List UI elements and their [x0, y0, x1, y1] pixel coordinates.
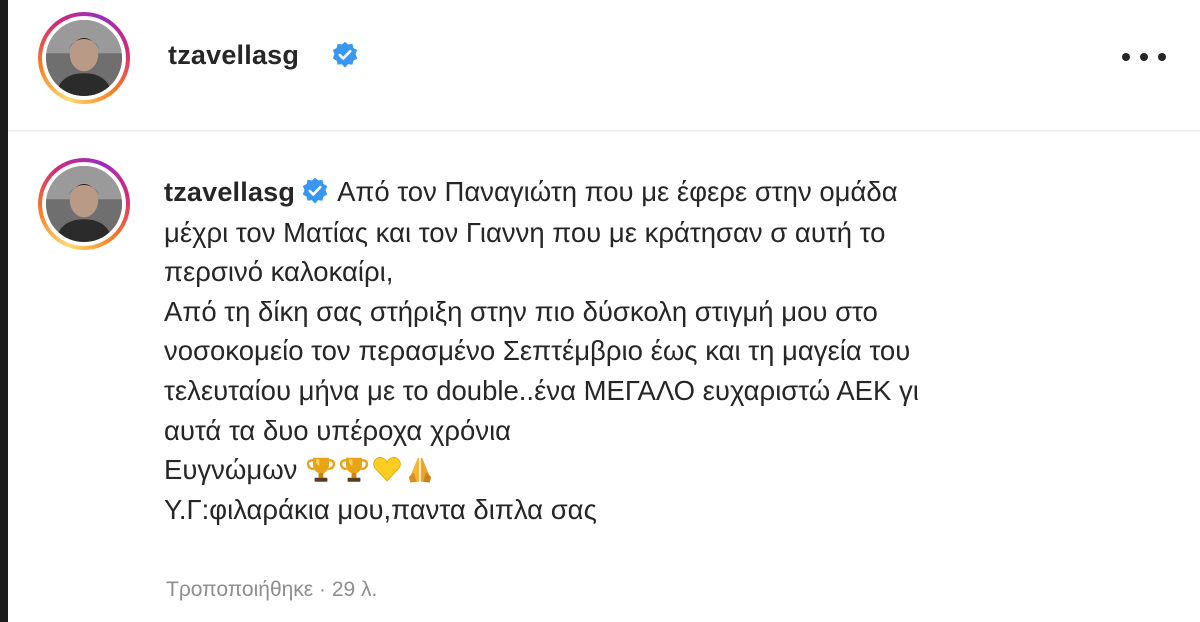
verified-badge-icon	[302, 177, 328, 204]
caption-username[interactable]: tzavellasg	[164, 177, 295, 207]
caption-text: tzavellasg Από τον Παναγιώτη που με έφερε…	[164, 172, 1174, 529]
caption-line: μέχρι τον Ματίας και τον Γιαννη που με κ…	[164, 216, 886, 248]
caption-line: νοσοκομείο τον περασμένο Σεπτέμβριο έως …	[164, 335, 911, 367]
header-avatar[interactable]	[38, 12, 130, 104]
profile-photo-image	[46, 20, 122, 96]
window-edge	[0, 0, 8, 622]
caption-line: Από τη δίκη σας στήριξη στην πιο δύσκολη…	[164, 295, 878, 327]
caption-line: τελευταίου μήνα με το double..ένα ΜΕΓΑΛΟ…	[164, 374, 919, 406]
more-options-icon[interactable]	[1122, 45, 1166, 69]
profile-photo-image	[46, 166, 122, 242]
caption-line: tzavellasg Από τον Παναγιώτη που με έφερε…	[164, 172, 1174, 213]
caption-line-text: Ευγνώμων	[164, 454, 298, 486]
folded-hands-icon	[408, 457, 432, 483]
caption-avatar[interactable]	[38, 158, 130, 250]
header-username[interactable]: tzavellasg	[168, 40, 299, 71]
avatar-photo	[46, 20, 122, 96]
trophy-icon	[306, 457, 336, 482]
verified-badge-icon	[332, 41, 358, 68]
caption-line: περσινό καλοκαίρι,	[164, 256, 394, 288]
caption-line-text: Από τον Παναγιώτη που με έφερε στην ομάδ…	[337, 176, 898, 207]
caption-line: αυτά τα δυο υπέροχα χρόνια	[164, 414, 512, 446]
yellow-heart-icon	[373, 457, 401, 482]
caption-line: Ευγνώμων	[164, 450, 1174, 490]
post-header: tzavellasg	[8, 0, 1200, 132]
avatar-photo	[46, 166, 122, 242]
edited-timestamp: Τροποποιήθηκε · 29 λ.	[166, 578, 378, 601]
caption-line: Υ.Γ:φιλαράκια μου,παντα διπλα σας	[164, 493, 597, 525]
trophy-icon	[339, 457, 369, 482]
